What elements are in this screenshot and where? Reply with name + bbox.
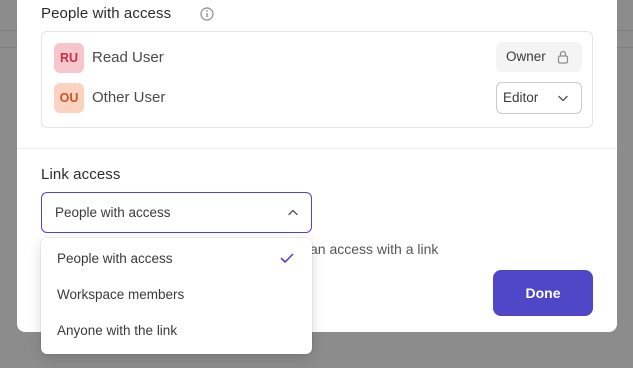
- link-access-hint: an access with a link: [310, 241, 439, 257]
- lock-icon: [557, 50, 569, 64]
- link-access-select[interactable]: People with access: [41, 192, 312, 233]
- link-access-dropdown: People with access Workspace members Any…: [41, 238, 312, 354]
- chevron-down-icon: [558, 95, 568, 102]
- check-icon: [280, 253, 294, 263]
- section-divider: [17, 148, 617, 149]
- person-name: Read User: [92, 49, 164, 66]
- done-button[interactable]: Done: [493, 270, 593, 316]
- dropdown-option[interactable]: Workspace members: [41, 276, 312, 312]
- person-row: RU Read User Owner: [54, 42, 582, 74]
- option-label: Anyone with the link: [57, 323, 178, 338]
- people-section-title: People with access: [41, 5, 172, 22]
- people-list: RU Read User Owner OU Other User Editor: [41, 31, 593, 128]
- role-label: Editor: [503, 90, 539, 105]
- dropdown-option[interactable]: People with access: [41, 240, 312, 276]
- option-label: People with access: [57, 251, 173, 266]
- option-label: Workspace members: [57, 287, 185, 302]
- person-row: OU Other User Editor: [54, 82, 582, 114]
- role-select-editor[interactable]: Editor: [496, 82, 582, 114]
- select-value: People with access: [55, 205, 171, 220]
- link-section-title: Link access: [41, 166, 121, 183]
- role-label: Owner: [506, 49, 546, 64]
- role-badge-owner: Owner: [496, 42, 582, 72]
- avatar: OU: [54, 83, 84, 113]
- info-icon[interactable]: [200, 7, 214, 21]
- dropdown-option[interactable]: Anyone with the link: [41, 312, 312, 348]
- avatar: RU: [54, 43, 84, 73]
- chevron-up-icon: [288, 209, 298, 216]
- person-name: Other User: [92, 89, 166, 106]
